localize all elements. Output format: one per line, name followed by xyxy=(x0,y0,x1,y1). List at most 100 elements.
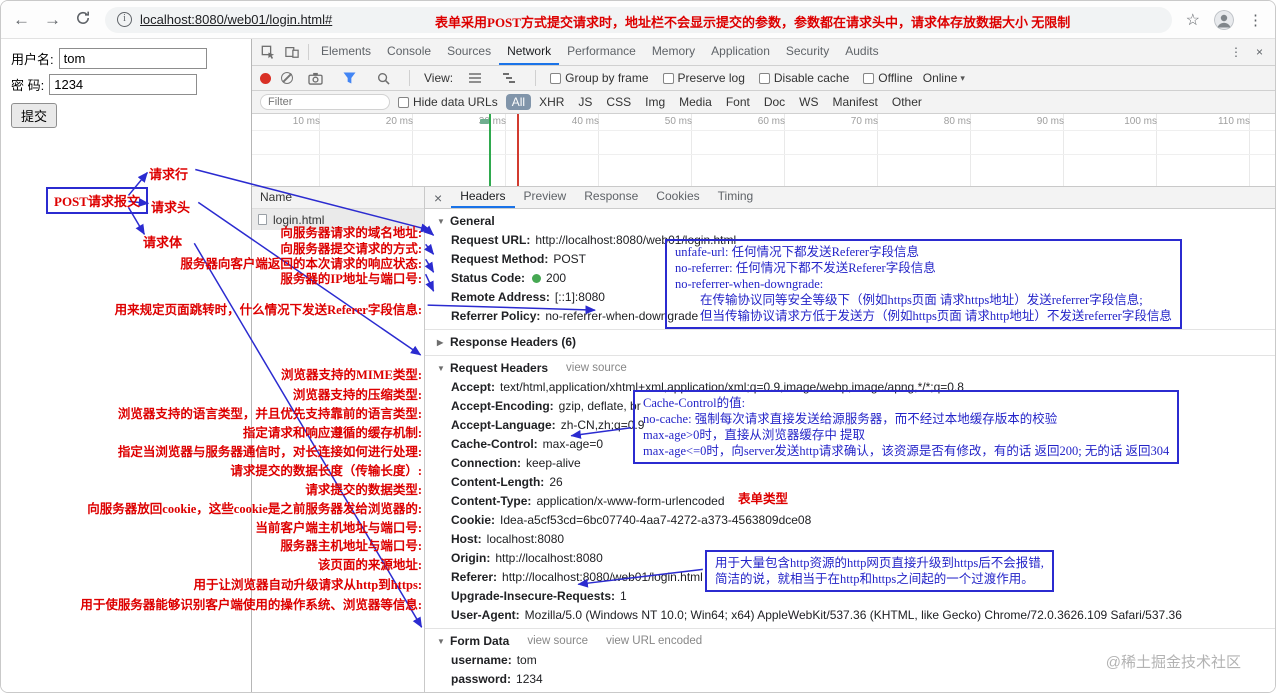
resource-filter-chip[interactable]: WS xyxy=(793,94,824,110)
devtools-tab[interactable]: Application xyxy=(703,39,778,65)
request-row[interactable]: login.html xyxy=(252,209,424,230)
header-row: Content-Type: application/x-www-form-urle… xyxy=(451,494,725,508)
resource-filter-chip[interactable]: CSS xyxy=(600,94,637,110)
browser-window: ← → i localhost:8080/web01/login.html# 表… xyxy=(0,0,1276,693)
resource-filter-chip[interactable]: Other xyxy=(886,94,928,110)
detail-tab[interactable]: Timing xyxy=(709,187,763,208)
profile-avatar[interactable] xyxy=(1214,9,1234,30)
site-info-icon[interactable]: i xyxy=(117,12,132,27)
resource-filter-chip[interactable]: Media xyxy=(673,94,718,110)
detail-tab[interactable]: Preview xyxy=(515,187,576,208)
resource-filter-chip[interactable]: Font xyxy=(720,94,756,110)
triangle-open-icon[interactable]: ▼ xyxy=(437,212,450,231)
devtools-tab[interactable]: Network xyxy=(499,39,560,65)
detail-tab[interactable]: Cookies xyxy=(647,187,708,208)
device-toolbar-icon[interactable] xyxy=(280,40,304,64)
triangle-open-icon[interactable]: ▼ xyxy=(437,359,450,378)
hide-data-urls-checkbox[interactable]: Hide data URLs xyxy=(398,95,498,109)
section-title[interactable]: Form Data xyxy=(450,632,509,651)
checkbox-icon[interactable] xyxy=(550,72,562,84)
view-waterfall-icon[interactable] xyxy=(497,66,521,90)
devtools-panel: Elements Console Sources Network Performance… xyxy=(251,39,1275,692)
refresh-icon[interactable] xyxy=(75,10,91,29)
capture-screenshots-icon[interactable] xyxy=(303,66,327,90)
resource-filter-chip[interactable]: XHR xyxy=(533,94,570,110)
timeline-divider xyxy=(252,154,1275,155)
url-text[interactable]: localhost:8080/web01/login.html# xyxy=(140,12,332,27)
devtools-tab[interactable]: Audits xyxy=(837,39,886,65)
devtools-close-icon[interactable]: × xyxy=(1256,45,1263,59)
network-overview-timeline[interactable]: 10 ms 20 ms 30 ms 40 ms 50 ms 60 ms 70 ms 80 ms… xyxy=(252,114,1275,187)
timeline-tick-label: 60 ms xyxy=(757,116,785,127)
toolbar-checkbox[interactable]: Preserve log xyxy=(662,71,745,85)
document-icon xyxy=(258,214,267,225)
triangle-closed-icon[interactable]: ▶ xyxy=(437,333,450,352)
record-icon[interactable] xyxy=(260,72,271,84)
checkbox-icon[interactable] xyxy=(398,96,409,108)
resource-filter-chip[interactable]: Img xyxy=(639,94,671,110)
section-title[interactable]: General xyxy=(450,212,495,231)
address-bar[interactable]: i localhost:8080/web01/login.html# 表单采用P… xyxy=(105,6,1172,33)
filter-input[interactable] xyxy=(260,94,390,110)
view-list-icon[interactable] xyxy=(463,66,487,90)
triangle-open-icon[interactable]: ▼ xyxy=(437,632,450,651)
timeline-tick-label: 40 ms xyxy=(571,116,599,127)
detail-tab[interactable]: Headers xyxy=(451,187,515,208)
section-title[interactable]: Response Headers (6) xyxy=(450,333,576,352)
request-waterfall-bar xyxy=(480,119,489,124)
devtools-tab[interactable]: Performance xyxy=(559,39,644,65)
resource-filter-chip[interactable]: Manifest xyxy=(827,94,884,110)
devtools-tab[interactable]: Memory xyxy=(644,39,703,65)
resource-filter-chip[interactable]: Doc xyxy=(758,94,791,110)
header-row: Accept-Encoding: gzip, deflate, br xyxy=(451,399,641,413)
header-row: User-Agent: Mozilla/5.0 (Windows NT 10.0;… xyxy=(451,608,1182,622)
inspect-element-icon[interactable] xyxy=(256,40,280,64)
network-toolbar: View: Group by frame Preserve log Disable … xyxy=(252,66,1275,91)
devtools-tab[interactable]: Sources xyxy=(439,39,499,65)
toolbar-checkbox[interactable]: Group by frame xyxy=(550,71,649,85)
toolbar-checkbox[interactable]: Offline xyxy=(863,71,913,85)
toolbar-checkbox[interactable]: Disable cache xyxy=(758,71,849,85)
checkbox-icon[interactable] xyxy=(863,72,875,84)
devtools-menu-icon[interactable]: ⋮ xyxy=(1230,45,1242,59)
submit-button[interactable]: 提交 xyxy=(11,103,58,128)
timeline-tick-label: 70 ms xyxy=(850,116,878,127)
devtools-tab[interactable]: Console xyxy=(379,39,439,65)
general-section: ▼ General Request URL: http://localhost:8… xyxy=(425,209,1275,330)
header-row: Content-Length: 26 xyxy=(451,475,563,489)
header-row: Cookie: Idea-a5cf53cd=6bc07740-4aa7-4272-… xyxy=(451,513,812,527)
timeline-tick-label: 90 ms xyxy=(1036,116,1064,127)
checkbox-icon[interactable] xyxy=(758,72,770,84)
resource-filter-chip[interactable]: JS xyxy=(572,94,598,110)
forward-icon[interactable]: → xyxy=(44,11,61,28)
divider xyxy=(535,70,537,86)
browser-menu-icon[interactable]: ⋮ xyxy=(1248,11,1263,29)
back-icon[interactable]: ← xyxy=(13,11,30,28)
username-field[interactable] xyxy=(58,48,207,69)
chevron-down-icon: ▾ xyxy=(960,72,965,83)
throttling-dropdown[interactable]: Online ▾ xyxy=(923,71,965,85)
view-source-link[interactable]: view source xyxy=(527,632,588,651)
devtools-tab[interactable]: Elements xyxy=(313,39,379,65)
header-row: Upgrade-Insecure-Requests: 1 xyxy=(451,589,627,603)
resource-filter-chip[interactable]: All xyxy=(505,94,532,110)
network-filter-bar: Hide data URLs AllXHRJSCSSImgMediaFontDo… xyxy=(252,91,1275,114)
bookmark-star-icon[interactable]: ☆ xyxy=(1186,10,1200,30)
devtools-tab[interactable]: Security xyxy=(778,39,837,65)
close-detail-icon[interactable]: × xyxy=(425,190,451,206)
url-annotation: 表单采用POST方式提交请求时，地址栏不会显示提交的参数，参数都在请求头中，请求… xyxy=(435,14,1071,30)
username-label: 用户名: xyxy=(11,52,54,67)
name-column-header[interactable]: Name xyxy=(252,187,424,209)
password-field[interactable] xyxy=(49,74,198,95)
divider xyxy=(308,44,309,60)
request-name: login.html xyxy=(273,212,325,227)
search-icon[interactable] xyxy=(371,66,395,90)
filter-funnel-icon[interactable] xyxy=(337,66,361,90)
clear-icon[interactable] xyxy=(281,72,293,84)
detail-tab[interactable]: Response xyxy=(575,187,647,208)
detail-tab-bar: × Headers Preview Response Cookies Timing xyxy=(425,187,1275,209)
view-url-encoded-link[interactable]: view URL encoded xyxy=(606,632,702,651)
section-title[interactable]: Request Headers xyxy=(450,359,548,378)
checkbox-icon[interactable] xyxy=(662,72,674,84)
view-source-link[interactable]: view source xyxy=(566,359,627,378)
